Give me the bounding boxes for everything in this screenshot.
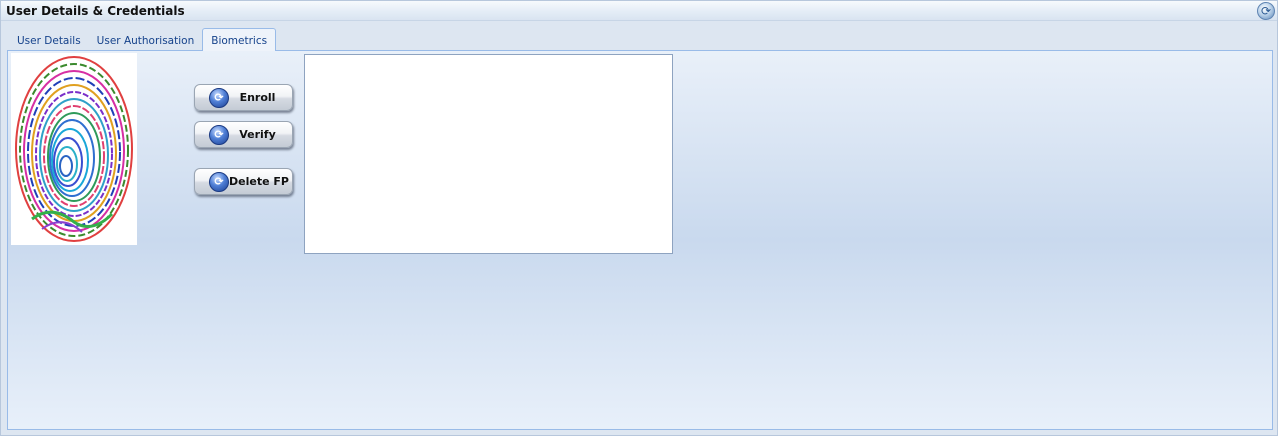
fingerprint-icon: [11, 53, 137, 245]
enroll-button-label: Enroll: [239, 91, 276, 104]
tab-biometrics[interactable]: Biometrics: [202, 28, 277, 51]
verify-button[interactable]: ⟳ Verify: [194, 121, 293, 148]
tab-user-details[interactable]: User Details: [9, 29, 89, 51]
delete-fp-button-label: Delete FP: [229, 175, 289, 188]
biometrics-panel: ⟳ Enroll ⟳ Verify ⟳ Delete FP: [7, 50, 1273, 430]
refresh-icon[interactable]: ⟳: [1257, 2, 1275, 20]
tab-strip: User Details User Authorisation Biometri…: [9, 28, 277, 51]
fingerprint-display-box: [304, 54, 673, 254]
verify-button-label: Verify: [239, 128, 276, 141]
enroll-button[interactable]: ⟳ Enroll: [194, 84, 293, 111]
refresh-arrows-icon: ⟳: [209, 124, 229, 145]
user-details-window: User Details & Credentials ⟳ User Detail…: [0, 0, 1278, 436]
refresh-arrows-icon: ⟳: [209, 87, 229, 108]
window-title: User Details & Credentials: [6, 4, 185, 18]
delete-fp-button[interactable]: ⟳ Delete FP: [194, 168, 293, 195]
title-bar: User Details & Credentials ⟳: [1, 1, 1277, 21]
tab-user-authorisation[interactable]: User Authorisation: [89, 29, 203, 51]
refresh-arrows-icon: ⟳: [209, 171, 229, 192]
